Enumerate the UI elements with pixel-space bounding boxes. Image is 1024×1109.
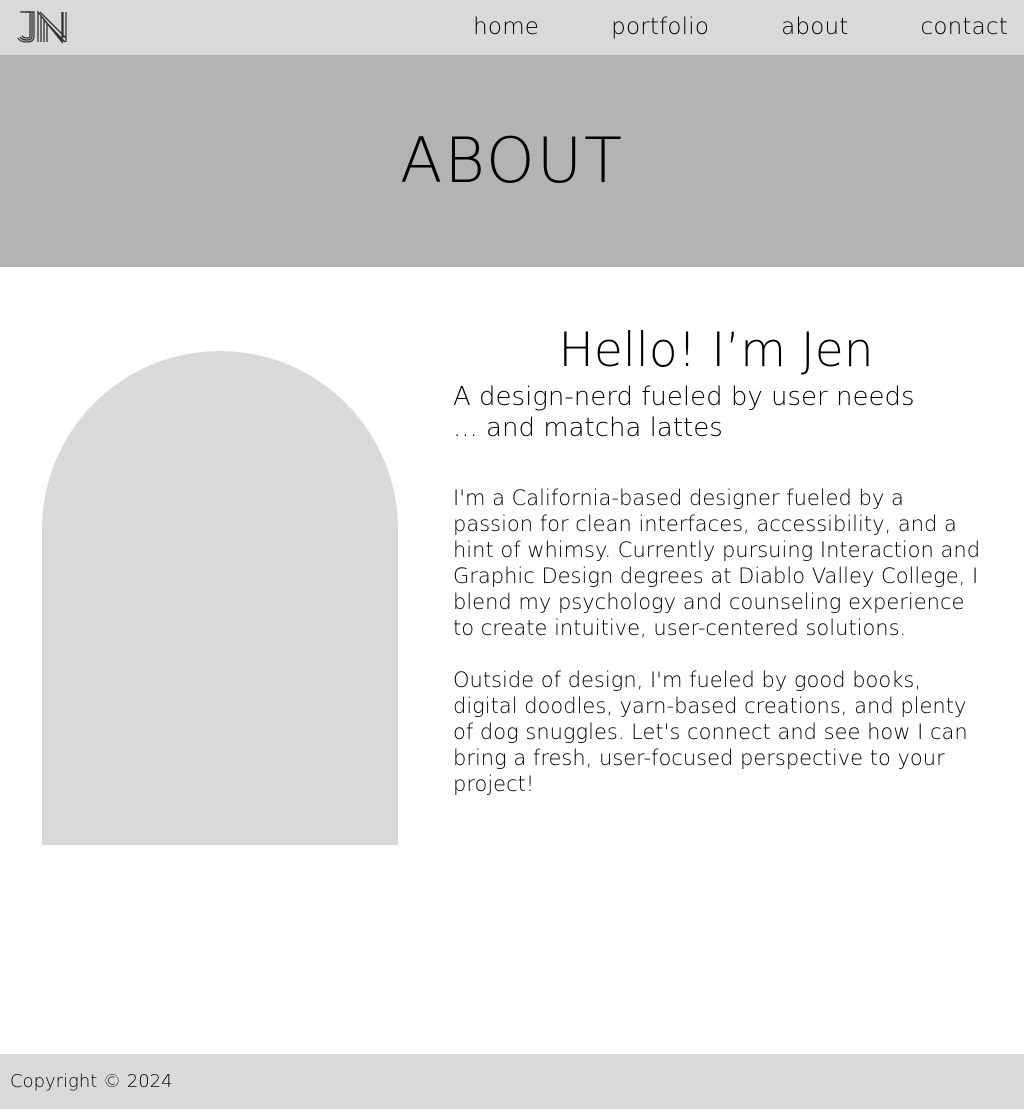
- hero-banner: ABOUT: [0, 55, 1024, 267]
- tagline-line-1: A design-nerd fueled by user needs: [453, 382, 915, 412]
- tagline-line-2: ... and matcha lattes: [453, 413, 723, 443]
- about-content: Hello! I’m Jen A design-nerd fueled by u…: [453, 322, 983, 797]
- greeting-heading: Hello! I’m Jen: [558, 323, 874, 378]
- nav-link-portfolio[interactable]: portfolio: [611, 16, 709, 39]
- copyright-text: Copyright © 2024: [10, 1071, 173, 1092]
- site-footer: Copyright © 2024: [0, 1054, 1024, 1109]
- main-nav: home portfolio about contact: [473, 0, 1008, 55]
- jn-monogram-icon: [17, 10, 67, 44]
- nav-link-home[interactable]: home: [473, 16, 539, 39]
- bio-paragraph-1: I'm a California-based designer fueled b…: [453, 486, 981, 640]
- bio-paragraph-2: Outside of design, I'm fueled by good bo…: [453, 668, 968, 796]
- profile-photo-placeholder: [42, 351, 398, 845]
- page-title: ABOUT: [400, 124, 624, 197]
- nav-link-contact[interactable]: contact: [921, 16, 1008, 39]
- nav-link-about[interactable]: about: [781, 16, 848, 39]
- logo-link[interactable]: [16, 10, 68, 44]
- tagline: A design-nerd fueled by user needs ... a…: [453, 382, 983, 444]
- site-header: home portfolio about contact: [0, 0, 1024, 55]
